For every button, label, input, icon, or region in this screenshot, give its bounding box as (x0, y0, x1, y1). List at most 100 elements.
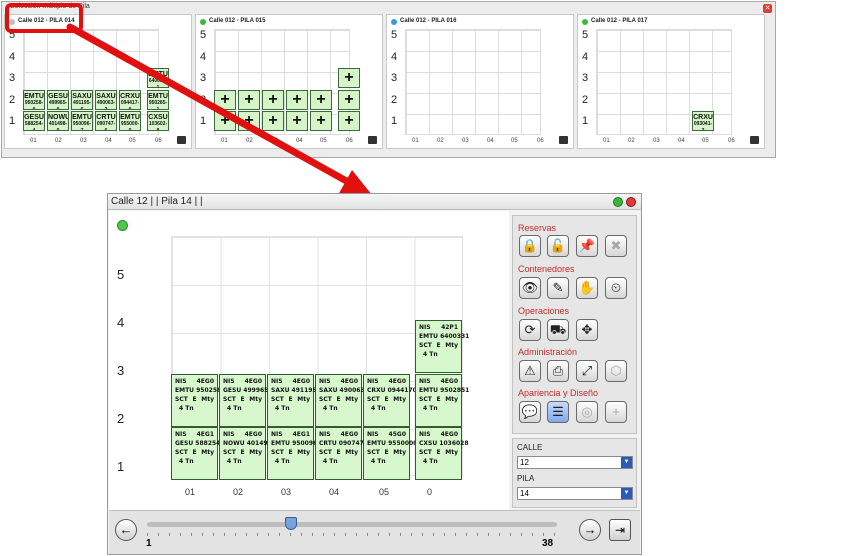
container-load: Mty (393, 396, 406, 403)
container-id: EMTU 9550000 (367, 440, 418, 447)
container-card[interactable]: NIS 4EG0 CXSU 1036028 SCT E Mty 4 Tn (415, 427, 469, 480)
section-contenedores: Contenedores (518, 264, 575, 274)
calle-select[interactable]: 12 ▼ (517, 456, 633, 469)
refresh-icon[interactable]: ⟳ (519, 319, 541, 341)
container-type: NIS (319, 378, 331, 385)
container-type: NIS (419, 378, 431, 385)
container-load: Mty (445, 449, 458, 456)
container-load: Mty (345, 396, 358, 403)
container-status: E (436, 396, 441, 403)
container-weight: 4 Tn (323, 458, 338, 465)
container-card[interactable]: NIS 4EG0 NOWU 4014980 SCT E Mty 4 Tn (219, 427, 276, 480)
disc-icon[interactable]: ◎ (576, 401, 598, 423)
add-icon[interactable]: + (605, 401, 627, 423)
container-id: SAXU 4900632 (319, 387, 369, 394)
history-icon[interactable]: ⏲ (605, 277, 627, 299)
minimize-button[interactable] (613, 197, 623, 207)
container-card[interactable]: NIS 4EG1 EMTU 9500967 SCT E Mty 4 Tn (267, 427, 321, 480)
container-line: SCT (175, 449, 188, 456)
warning-icon[interactable]: ⚠ (519, 360, 541, 382)
container-card[interactable]: NIS 4EG0 GESU 4999650 SCT E Mty 4 Tn (219, 374, 273, 427)
container-id: GESU 4999650 (223, 387, 273, 394)
previous-arrow-icon[interactable]: ← (115, 519, 137, 541)
unlock-icon[interactable]: 🔓 (547, 235, 569, 257)
stack-view: 5 4 3 2 1 NIS 42P1 EMTU 6400331 SCT E Mty 4… (109, 211, 509, 510)
container-load: Mty (445, 342, 458, 349)
container-line: SCT (367, 396, 380, 403)
list-icon[interactable]: ☰ (547, 401, 569, 423)
container-size: 4EG1 (196, 431, 214, 438)
container-size: 4EG0 (244, 378, 262, 385)
hand-icon[interactable]: ✋ (576, 277, 598, 299)
container-id: CRTU 0907476 (319, 440, 369, 447)
chevron-down-icon[interactable]: ▼ (621, 457, 632, 468)
column-label: 0 (427, 487, 433, 497)
truck-icon[interactable]: ⛟ (547, 319, 569, 341)
container-load: Mty (249, 396, 262, 403)
row-label: 5 (117, 267, 125, 282)
container-status: E (384, 449, 389, 456)
container-weight: 4 Tn (423, 405, 438, 412)
section-administracion: Administración (518, 347, 578, 357)
container-status: E (192, 449, 197, 456)
container-card[interactable]: NIS 4EG0 EMTU 9502580 SCT E Mty 4 Tn (171, 374, 225, 427)
container-id: EMTU 9500967 (271, 440, 322, 447)
status-led-icon (117, 220, 128, 231)
pila-value: 14 (520, 489, 529, 498)
container-card[interactable]: NIS 42P1 EMTU 6400331 SCT E Mty 4 Tn (415, 320, 469, 373)
chevron-down-icon[interactable]: ▼ (621, 488, 632, 499)
column-label: 01 (185, 487, 196, 497)
container-load: Mty (201, 396, 214, 403)
container-line: SCT (319, 396, 332, 403)
container-type: NIS (271, 378, 283, 385)
stack-slider-track[interactable] (147, 522, 557, 527)
container-card[interactable]: NIS 4EG0 EMTU 9502851 SCT E Mty 4 Tn (415, 374, 469, 427)
container-type: NIS (419, 324, 431, 331)
column-label: 04 (329, 487, 340, 497)
section-operaciones: Operaciones (518, 306, 570, 316)
stack-slider-thumb[interactable] (285, 517, 297, 530)
lock-icon[interactable]: 🔒 (519, 235, 541, 257)
container-id: CXSU 1036028 (419, 440, 469, 447)
fullscreen-icon[interactable]: ⤢ (576, 360, 598, 382)
container-card[interactable]: NIS 4EG0 CRXU 0944170 SCT E Mty 4 Tn (363, 374, 417, 427)
container-card[interactable]: NIS 4EG0 SAXU 4911956 SCT E Mty 4 Tn (267, 374, 321, 427)
container-card[interactable]: NIS 4EG1 GESU 5882544 SCT E Mty 4 Tn (171, 427, 225, 480)
container-id: EMTU 9502851 (419, 387, 470, 394)
speech-icon[interactable]: 💬 (519, 401, 541, 423)
container-card[interactable]: NIS 4EG0 CRTU 0907476 SCT E Mty 4 Tn (315, 427, 368, 480)
container-size: 4EG0 (340, 378, 358, 385)
container-card[interactable]: NIS 45G0 EMTU 9550000 SCT E Mty 4 Tn (363, 427, 417, 480)
view-icon[interactable]: 👁 (519, 277, 541, 299)
row-label: 3 (117, 363, 125, 378)
pila-select[interactable]: 14 ▼ (517, 487, 633, 500)
move-icon[interactable]: ✥ (576, 319, 598, 341)
title-bar: Calle 12 | | Pila 14 | | (108, 194, 641, 210)
container-line: SCT (223, 396, 236, 403)
print-icon[interactable]: ⎙ (547, 360, 569, 382)
container-size: 45G0 (388, 431, 406, 438)
cube-icon[interactable]: ⬡ (605, 360, 627, 382)
next-arrow-icon[interactable]: → (579, 519, 601, 541)
container-id: EMTU 6400331 (419, 333, 470, 340)
container-line: SCT (175, 396, 188, 403)
unpin-icon[interactable]: ✖ (605, 235, 627, 257)
container-card[interactable]: NIS 4EG0 SAXU 4900632 SCT E Mty 4 Tn (315, 374, 369, 427)
row-label: 1 (117, 459, 125, 474)
container-size: 4EG0 (388, 378, 406, 385)
container-status: E (240, 396, 245, 403)
container-load: Mty (445, 396, 458, 403)
container-size: 4EG0 (196, 378, 214, 385)
edit-icon[interactable]: ✎ (547, 277, 569, 299)
container-load: Mty (249, 449, 262, 456)
container-type: NIS (271, 431, 283, 438)
container-weight: 4 Tn (423, 351, 438, 358)
container-weight: 4 Tn (275, 458, 290, 465)
pin-icon[interactable]: 📌 (576, 235, 598, 257)
close-button[interactable] (626, 197, 636, 207)
container-load: Mty (345, 449, 358, 456)
container-status: E (384, 396, 389, 403)
exit-icon[interactable]: ⇥ (609, 519, 631, 541)
container-line: SCT (223, 449, 236, 456)
container-load: Mty (201, 449, 214, 456)
